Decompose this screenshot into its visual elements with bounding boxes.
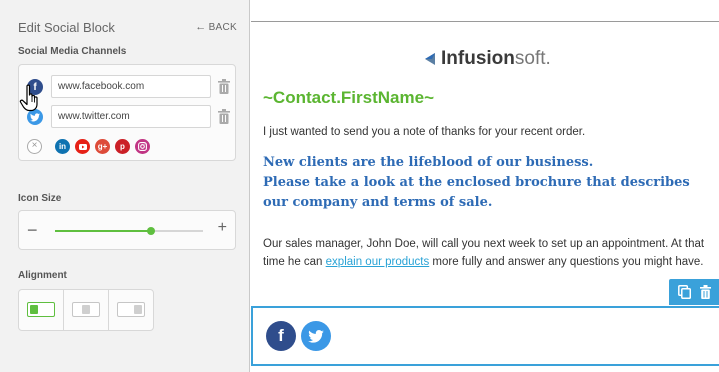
back-button[interactable]: ← BACK xyxy=(195,21,237,33)
edit-social-block-panel: Edit Social Block ← BACK Social Media Cha… xyxy=(0,0,250,372)
align-left-button[interactable] xyxy=(19,290,64,330)
align-center-button[interactable] xyxy=(64,290,109,330)
headline-text[interactable]: New clients are the lifeblood of our bus… xyxy=(263,153,713,213)
infusionsoft-logo-icon xyxy=(425,53,435,65)
social-channels-box: f × in xyxy=(18,64,236,161)
icon-size-control: − + xyxy=(18,210,236,250)
duplicate-icon[interactable] xyxy=(678,285,691,299)
body-paragraph[interactable]: Our sales manager, John Doe, will call y… xyxy=(263,235,719,271)
logo-text-bold: Infusion xyxy=(441,48,515,69)
email-canvas: Infusionsoft. ~Contact.FirstName~ I just… xyxy=(251,0,719,372)
logo-text-light: soft. xyxy=(514,48,551,69)
facebook-icon[interactable]: f xyxy=(266,321,296,351)
slider-fill xyxy=(55,230,152,232)
align-right-icon xyxy=(117,302,145,317)
social-block-selected[interactable]: f xyxy=(251,306,719,366)
align-left-icon xyxy=(27,302,55,317)
instagram-icon[interactable] xyxy=(135,139,150,154)
increase-size-button[interactable]: + xyxy=(218,219,227,237)
twitter-icon[interactable] xyxy=(301,321,331,351)
delete-facebook-trash-icon[interactable] xyxy=(218,79,230,94)
decrease-size-button[interactable]: − xyxy=(27,220,38,241)
add-social-network-row: × in g+ p xyxy=(27,137,233,157)
social-media-channels-label: Social Media Channels xyxy=(18,46,127,57)
panel-title: Edit Social Block xyxy=(18,20,115,35)
divider xyxy=(251,21,719,22)
linkedin-icon[interactable]: in xyxy=(55,139,70,154)
headline-line-1: New clients are the lifeblood of our bus… xyxy=(263,155,594,170)
body-text-end: more fully and answer any questions you … xyxy=(429,256,704,268)
pinterest-icon[interactable]: p xyxy=(115,139,130,154)
intro-paragraph[interactable]: I just wanted to send you a note of than… xyxy=(263,126,585,138)
hand-cursor-icon xyxy=(19,84,38,112)
channel-row-twitter xyxy=(27,105,233,129)
delete-twitter-trash-icon[interactable] xyxy=(218,109,230,124)
close-icon[interactable]: × xyxy=(27,139,42,154)
align-center-icon xyxy=(72,302,100,317)
slider-thumb[interactable] xyxy=(147,227,156,235)
headline-line-2: Please take a look at the enclosed broch… xyxy=(263,175,690,210)
merge-field-first-name[interactable]: ~Contact.FirstName~ xyxy=(263,88,434,108)
twitter-url-input[interactable] xyxy=(51,105,211,128)
icon-size-label: Icon Size xyxy=(18,193,62,204)
align-right-button[interactable] xyxy=(109,290,154,330)
back-arrow-icon: ← xyxy=(195,21,207,33)
channel-row-facebook: f xyxy=(27,75,233,99)
delete-block-icon[interactable] xyxy=(700,285,711,299)
alignment-label: Alignment xyxy=(18,270,67,281)
panel-header: Edit Social Block ← BACK xyxy=(0,0,249,40)
infusionsoft-logo: Infusionsoft. xyxy=(423,48,551,70)
back-label: BACK xyxy=(208,22,237,33)
facebook-url-input[interactable] xyxy=(51,75,211,98)
youtube-icon[interactable] xyxy=(75,139,90,154)
google-plus-icon[interactable]: g+ xyxy=(95,139,110,154)
block-toolbar xyxy=(669,279,719,305)
explain-products-link[interactable]: explain our products xyxy=(326,256,430,268)
icon-size-slider[interactable] xyxy=(55,227,203,235)
alignment-toggle-group xyxy=(18,289,154,331)
